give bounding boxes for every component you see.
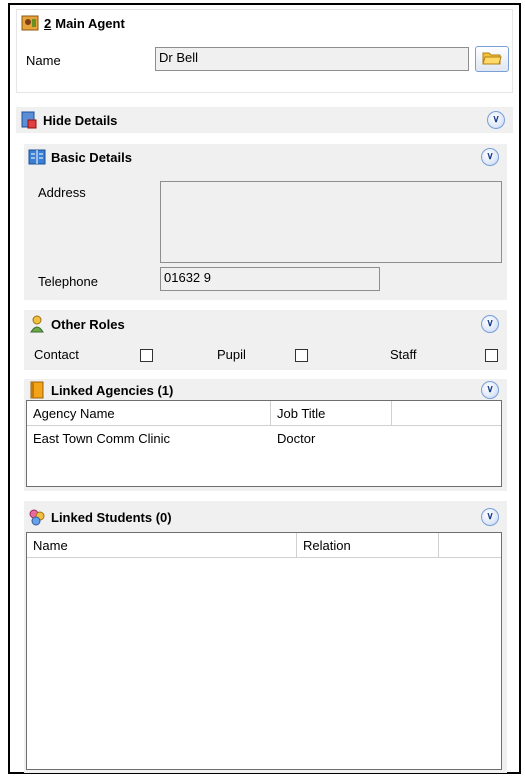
- main-agent-section: 2 Main Agent Name Dr Bell: [16, 9, 513, 93]
- agency-book-icon: [28, 381, 46, 399]
- linked-students-grid: Name Relation: [26, 532, 502, 770]
- students-group-icon: [28, 508, 46, 526]
- role-pupil-checkbox[interactable]: [295, 349, 308, 362]
- agent-person-icon: [21, 14, 39, 32]
- col-relation[interactable]: Relation: [297, 533, 439, 558]
- folder-open-icon: [482, 50, 502, 69]
- name-label: Name: [26, 53, 61, 68]
- col-job-title[interactable]: Job Title: [271, 401, 392, 426]
- agency-name-cell: East Town Comm Clinic: [33, 431, 171, 446]
- col-extra[interactable]: [392, 401, 501, 426]
- linked-agencies-collapse-icon[interactable]: ∨: [481, 381, 499, 399]
- basic-details-title: Basic Details: [51, 149, 132, 165]
- job-title-cell: Doctor: [277, 431, 316, 446]
- other-roles-title: Other Roles: [51, 316, 125, 332]
- role-pupil-label: Pupil: [217, 347, 246, 362]
- address-field[interactable]: [160, 181, 502, 263]
- linked-students-section: Linked Students (0) ∨ Name Relation: [24, 501, 507, 773]
- col-agency-name[interactable]: Agency Name: [27, 401, 271, 426]
- linked-agencies-section: Linked Agencies (1) ∨ Agency Name Job Ti…: [24, 379, 507, 491]
- col-student-extra[interactable]: [439, 533, 501, 558]
- linked-students-header[interactable]: Linked Students (0) ∨: [24, 504, 507, 530]
- basic-details-section: Basic Details ∨ Address Telephone 01632 …: [24, 144, 507, 300]
- browse-agent-button[interactable]: [475, 46, 509, 72]
- linked-students-collapse-icon[interactable]: ∨: [481, 508, 499, 526]
- agent-number[interactable]: 2: [44, 16, 51, 31]
- role-staff-label: Staff: [390, 347, 417, 362]
- name-field[interactable]: Dr Bell: [155, 47, 469, 71]
- table-row[interactable]: East Town Comm Clinic Doctor: [27, 428, 501, 452]
- col-student-name[interactable]: Name: [27, 533, 297, 558]
- roles-person-icon: [28, 315, 46, 333]
- other-roles-collapse-icon[interactable]: ∨: [481, 315, 499, 333]
- basic-details-collapse-icon[interactable]: ∨: [481, 148, 499, 166]
- hide-details-label[interactable]: Hide Details: [43, 113, 117, 128]
- agencies-grid-header: Agency Name Job Title: [27, 401, 501, 426]
- basic-details-icon: [28, 148, 46, 166]
- basic-details-header[interactable]: Basic Details ∨: [24, 144, 507, 170]
- linked-students-title: Linked Students (0): [51, 509, 172, 525]
- agent-details-panel: 2 Main Agent Name Dr Bell Hide Details ∨: [8, 3, 521, 774]
- hide-details-collapse-icon[interactable]: ∨: [487, 111, 505, 129]
- role-contact-label: Contact: [34, 347, 79, 362]
- role-staff-checkbox[interactable]: [485, 349, 498, 362]
- address-label: Address: [38, 185, 86, 200]
- agent-title: Main Agent: [55, 15, 125, 31]
- linked-agencies-grid: Agency Name Job Title East Town Comm Cli…: [26, 400, 502, 487]
- students-grid-header: Name Relation: [27, 533, 501, 558]
- other-roles-section: Other Roles ∨ Contact Pupil Staff: [24, 310, 507, 370]
- other-roles-header[interactable]: Other Roles ∨: [24, 311, 507, 337]
- hide-details-header[interactable]: Hide Details ∨: [16, 107, 513, 133]
- telephone-label: Telephone: [38, 274, 98, 289]
- linked-agencies-title: Linked Agencies (1): [51, 382, 174, 398]
- telephone-field[interactable]: 01632 9: [160, 267, 380, 291]
- details-icon: [20, 111, 38, 129]
- role-contact-checkbox[interactable]: [140, 349, 153, 362]
